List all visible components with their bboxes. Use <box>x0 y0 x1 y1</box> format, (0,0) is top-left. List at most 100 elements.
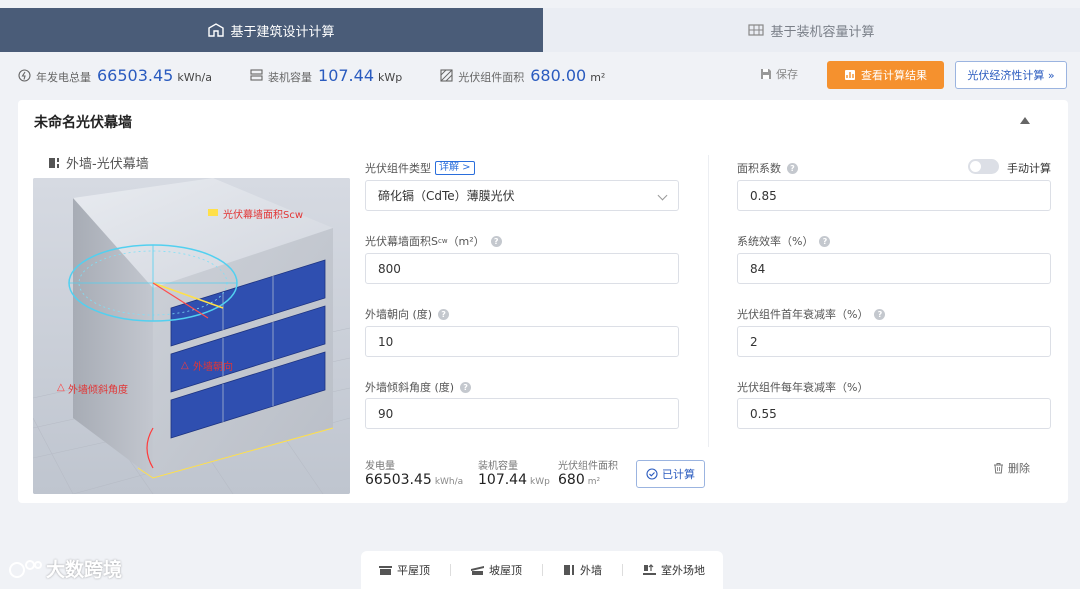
label-text: 光伏幕墙面积S <box>365 235 438 248</box>
section-label: 外墙-光伏幕墙 <box>48 153 149 172</box>
summary-area: 光伏组件面积 680.00 m² <box>440 66 605 85</box>
summary-value: 66503.45 <box>97 65 174 85</box>
system-efficiency-input[interactable]: 84 <box>737 253 1051 284</box>
wall-icon <box>48 157 60 169</box>
bottom-tab-label: 室外场地 <box>661 564 705 577</box>
bottom-toolbar: 平屋顶 坡屋顶 外墙 室外场地 <box>361 551 723 589</box>
toolbar-separator <box>450 564 451 576</box>
system-efficiency-label: 系统效率（%） ? <box>737 233 831 249</box>
manual-calc-label: 手动计算 <box>1007 162 1051 175</box>
result-unit: m² <box>587 477 601 487</box>
delete-label: 删除 <box>1008 462 1030 475</box>
toolbar-separator <box>542 564 543 576</box>
economics-button[interactable]: 光伏经济性计算 » <box>955 61 1067 89</box>
result-generation: 66503.45 kWh/a <box>365 472 463 488</box>
view-result-button[interactable]: 查看计算结果 <box>827 61 944 89</box>
area-factor-label: 面积系数 ? <box>737 160 798 176</box>
summary-label: 年发电总量 <box>36 70 91 84</box>
label-text: 面积系数 <box>737 162 781 175</box>
summary-label: 光伏组件面积 <box>458 70 525 84</box>
bottom-tab-flat-roof[interactable]: 平屋顶 <box>379 562 430 578</box>
bottom-tab-sloped-roof[interactable]: 坡屋顶 <box>471 562 522 578</box>
result-area: 680 m² <box>558 472 600 488</box>
module-type-value: 碲化镉（CdTe）薄膜光伏 <box>378 189 515 203</box>
area-icon <box>440 68 453 82</box>
summary-annual-generation: 年发电总量 66503.45 kWh/a <box>18 66 212 85</box>
summary-unit: m² <box>590 70 606 84</box>
input-value: 800 <box>378 261 401 276</box>
wall-icon <box>563 564 575 576</box>
orientation-label: 外墙朝向 (度) ? <box>365 306 450 322</box>
tab-label: 基于装机容量计算 <box>770 24 875 40</box>
report-icon <box>844 69 856 81</box>
curtain-area-label: 光伏幕墙面积S cw （m²） ? <box>365 233 502 249</box>
curtain-wall-card: 未命名光伏幕墙 外墙-光伏幕墙 △ △ 光伏幕墙面积Scw 外墙朝向 外墙倾斜角… <box>18 100 1068 503</box>
summary-label: 装机容量 <box>268 70 313 84</box>
detail-link[interactable]: 详解 > <box>435 161 475 175</box>
summary-unit: kWh/a <box>177 70 213 84</box>
logo-icon <box>8 557 42 581</box>
curtain-area-input[interactable]: 800 <box>365 253 679 284</box>
summary-value: 680.00 <box>530 65 587 85</box>
tab-building-design[interactable]: 基于建筑设计计算 <box>0 8 543 52</box>
sloped-roof-icon <box>471 565 484 576</box>
label-text: 光伏组件类型 <box>365 162 431 175</box>
flat-roof-icon <box>379 565 392 576</box>
collapse-icon[interactable] <box>1020 117 1030 124</box>
bottom-tab-label: 坡屋顶 <box>489 564 522 577</box>
calculated-label: 已计算 <box>662 468 695 481</box>
save-icon <box>760 68 772 80</box>
area-factor-input[interactable]: 0.85 <box>737 180 1051 211</box>
result-unit: kWp <box>530 477 550 487</box>
label-text: 外墙倾斜角度 (度) <box>365 381 455 394</box>
outdoor-site-icon <box>643 564 656 576</box>
delete-button[interactable]: 删除 <box>993 460 1030 476</box>
orientation-input[interactable]: 10 <box>365 326 679 357</box>
svg-text:△: △ <box>57 382 65 393</box>
chevron-down-icon <box>657 190 668 201</box>
help-icon[interactable]: ? <box>438 308 450 320</box>
svg-text:△: △ <box>181 360 189 371</box>
panel-grid-icon <box>748 24 765 36</box>
result-value: 66503.45 <box>365 472 432 488</box>
input-value: 10 <box>378 334 394 349</box>
result-value: 680 <box>558 472 585 488</box>
save-label: 保存 <box>776 68 798 81</box>
server-icon <box>250 69 263 81</box>
save-button[interactable]: 保存 <box>760 66 798 82</box>
tilt-input[interactable]: 90 <box>365 398 679 429</box>
top-tabs: 基于建筑设计计算 基于装机容量计算 <box>0 8 1080 52</box>
manual-calc-toggle[interactable] <box>968 159 999 174</box>
result-capacity: 107.44 kWp <box>478 472 550 488</box>
economics-label: 光伏经济性计算 » <box>967 69 1055 82</box>
calculated-button[interactable]: 已计算 <box>636 460 705 488</box>
illustration-orientation-label: 外墙朝向 <box>193 362 233 373</box>
input-value: 0.55 <box>750 406 777 421</box>
bottom-tab-outdoor-site[interactable]: 室外场地 <box>643 562 705 578</box>
result-area-label: 光伏组件面积 <box>558 461 618 472</box>
tab-installed-capacity[interactable]: 基于装机容量计算 <box>543 8 1080 52</box>
input-value: 0.85 <box>750 188 777 203</box>
label-text: 光伏组件首年衰减率（%） <box>737 308 869 321</box>
annual-decay-input[interactable]: 0.55 <box>737 398 1051 429</box>
tilt-label: 外墙倾斜角度 (度) ? <box>365 379 472 395</box>
help-icon[interactable]: ? <box>460 381 472 393</box>
help-icon[interactable]: ? <box>490 235 502 247</box>
summary-value: 107.44 <box>318 65 374 85</box>
label-text: 外墙朝向 (度) <box>365 308 433 321</box>
help-icon[interactable]: ? <box>874 308 886 320</box>
help-icon[interactable]: ? <box>819 235 831 247</box>
result-value: 107.44 <box>478 472 527 488</box>
help-icon[interactable]: ? <box>787 162 798 174</box>
column-divider <box>708 155 709 447</box>
first-year-decay-input[interactable]: 2 <box>737 326 1051 357</box>
illustration-tilt-label: 外墙倾斜角度 <box>68 385 128 396</box>
label-subscript: cw <box>437 237 448 245</box>
card-title: 未命名光伏幕墙 <box>34 115 132 131</box>
label-suffix: （m²） <box>447 235 485 248</box>
building-icon <box>208 23 225 37</box>
bottom-tab-wall[interactable]: 外墙 <box>563 562 602 578</box>
tab-label: 基于建筑设计计算 <box>230 24 335 40</box>
module-type-label: 光伏组件类型 详解 > <box>365 160 475 176</box>
module-type-select[interactable]: 碲化镉（CdTe）薄膜光伏 <box>365 180 679 211</box>
